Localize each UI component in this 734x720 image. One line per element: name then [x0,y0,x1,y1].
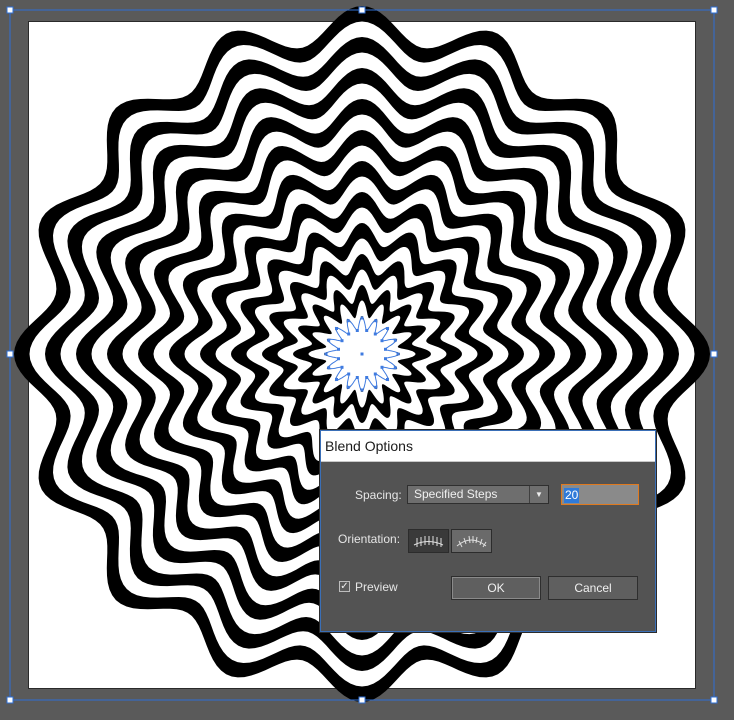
selection-handle[interactable] [710,350,718,358]
center-point[interactable] [360,352,364,356]
align-to-path-button[interactable] [451,529,492,553]
anchor-point[interactable] [373,372,377,376]
selection-handle[interactable] [6,6,14,14]
selection-handle[interactable] [6,696,14,704]
selection-handle[interactable] [358,6,366,14]
preview-label[interactable]: Preview [355,580,398,594]
anchor-point[interactable] [337,357,340,361]
anchor-point[interactable] [380,339,384,343]
anchor-point[interactable] [355,376,359,379]
anchor-point[interactable] [373,332,377,336]
anchor-point[interactable] [335,327,338,330]
preview-checkbox[interactable]: ✓ [339,581,350,592]
anchor-point[interactable] [360,316,364,320]
anchor-point[interactable] [327,338,331,342]
anchor-point[interactable] [327,366,331,370]
align-to-page-icon [413,536,444,547]
selection-handle[interactable] [358,696,366,704]
steps-value: 20 [564,488,580,503]
steps-input[interactable]: 20 [561,484,639,505]
align-to-page-button[interactable] [408,529,449,553]
spacing-selected-value: Specified Steps [414,487,498,501]
anchor-point[interactable] [384,347,387,351]
anchor-point[interactable] [365,376,369,379]
anchor-point[interactable] [340,365,344,369]
anchor-point[interactable] [365,329,369,332]
anchor-point[interactable] [396,352,400,356]
anchor-point[interactable] [340,339,344,343]
anchor-point[interactable] [360,388,364,392]
align-to-path-icon [456,535,487,548]
ok-button[interactable]: OK [451,576,541,600]
blend-options-dialog: Blend Options Spacing: Specified Steps ▼… [320,430,656,632]
dialog-title[interactable]: Blend Options [321,431,655,462]
anchor-point[interactable] [386,327,389,330]
anchor-point[interactable] [337,347,340,351]
anchor-point[interactable] [393,338,397,342]
anchor-point[interactable] [346,319,350,323]
anchor-point[interactable] [346,385,350,389]
spacing-label: Spacing: [355,488,402,502]
anchor-point[interactable] [347,332,351,336]
anchor-point[interactable] [335,378,338,381]
selection-handle[interactable] [710,6,718,14]
cancel-button[interactable]: Cancel [548,576,638,600]
anchor-point[interactable] [347,372,351,376]
selection-handle[interactable] [710,696,718,704]
anchor-point[interactable] [386,378,389,381]
anchor-point[interactable] [380,365,384,369]
selection-handle[interactable] [6,350,14,358]
anchor-point[interactable] [384,357,387,361]
spacing-dropdown[interactable]: Specified Steps ▼ [407,485,549,504]
chevron-down-icon: ▼ [529,486,548,503]
anchor-point[interactable] [393,366,397,370]
anchor-point[interactable] [374,385,378,389]
anchor-point[interactable] [324,352,328,356]
anchor-point[interactable] [355,329,359,332]
orientation-label: Orientation: [338,532,401,546]
checkmark-icon: ✓ [340,581,349,592]
anchor-point[interactable] [374,319,378,323]
